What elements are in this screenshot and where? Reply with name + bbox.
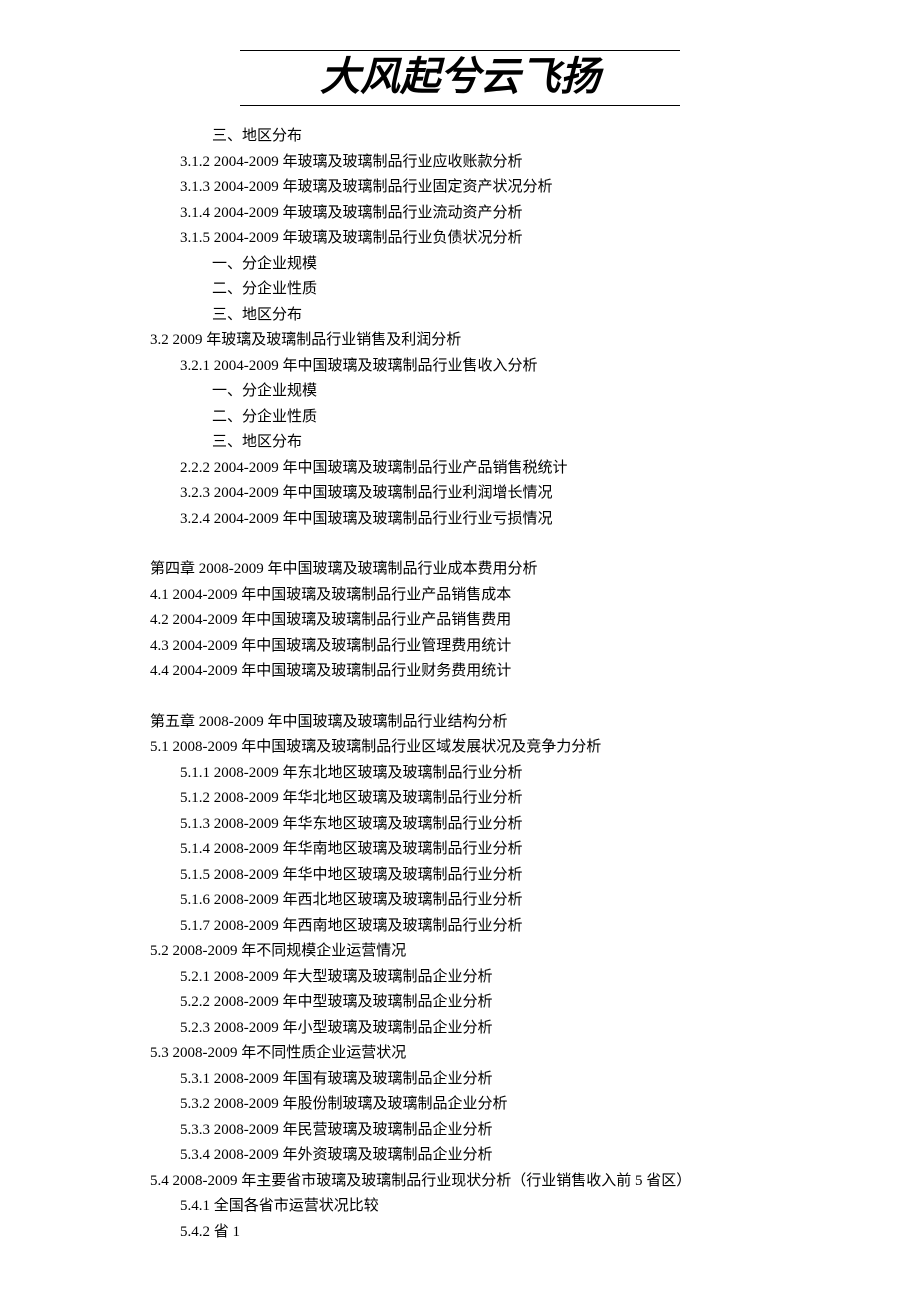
toc-entry: 第五章 2008-2009 年中国玻璃及玻璃制品行业结构分析 xyxy=(150,710,770,736)
toc-entry: 2.2.2 2004-2009 年中国玻璃及玻璃制品行业产品销售税统计 xyxy=(150,456,770,482)
page-header-title: 大风起兮云飞扬 xyxy=(240,50,680,106)
toc-entry: 5.3 2008-2009 年不同性质企业运营状况 xyxy=(150,1041,770,1067)
document-page: 大风起兮云飞扬 三、地区分布3.1.2 2004-2009 年玻璃及玻璃制品行业… xyxy=(0,0,920,1305)
toc-entry: 4.1 2004-2009 年中国玻璃及玻璃制品行业产品销售成本 xyxy=(150,583,770,609)
toc-entry: 5.3.3 2008-2009 年民营玻璃及玻璃制品企业分析 xyxy=(150,1118,770,1144)
toc-entry: 5.1.4 2008-2009 年华南地区玻璃及玻璃制品行业分析 xyxy=(150,837,770,863)
toc-entry: 3.1.5 2004-2009 年玻璃及玻璃制品行业负债状况分析 xyxy=(150,226,770,252)
toc-entry: 第四章 2008-2009 年中国玻璃及玻璃制品行业成本费用分析 xyxy=(150,557,770,583)
toc-entry: 5.3.2 2008-2009 年股份制玻璃及玻璃制品企业分析 xyxy=(150,1092,770,1118)
toc-entry: 3.1.4 2004-2009 年玻璃及玻璃制品行业流动资产分析 xyxy=(150,201,770,227)
toc-entry: 4.2 2004-2009 年中国玻璃及玻璃制品行业产品销售费用 xyxy=(150,608,770,634)
toc-entry: 一、分企业规模 xyxy=(150,379,770,405)
toc-entry: 5.2.2 2008-2009 年中型玻璃及玻璃制品企业分析 xyxy=(150,990,770,1016)
toc-entry: 3.1.3 2004-2009 年玻璃及玻璃制品行业固定资产状况分析 xyxy=(150,175,770,201)
toc-entry: 5.1.7 2008-2009 年西南地区玻璃及玻璃制品行业分析 xyxy=(150,914,770,940)
toc-entry: 3.2 2009 年玻璃及玻璃制品行业销售及利润分析 xyxy=(150,328,770,354)
toc-entry: 二、分企业性质 xyxy=(150,277,770,303)
toc-entry: 4.4 2004-2009 年中国玻璃及玻璃制品行业财务费用统计 xyxy=(150,659,770,685)
toc-entry: 3.2.1 2004-2009 年中国玻璃及玻璃制品行业售收入分析 xyxy=(150,354,770,380)
toc-entry: 4.3 2004-2009 年中国玻璃及玻璃制品行业管理费用统计 xyxy=(150,634,770,660)
toc-entry: 三、地区分布 xyxy=(150,303,770,329)
toc-entry: 5.3.1 2008-2009 年国有玻璃及玻璃制品企业分析 xyxy=(150,1067,770,1093)
document-content: 三、地区分布3.1.2 2004-2009 年玻璃及玻璃制品行业应收账款分析3.… xyxy=(150,124,770,1245)
toc-entry: 3.2.3 2004-2009 年中国玻璃及玻璃制品行业利润增长情况 xyxy=(150,481,770,507)
toc-entry: 5.1.5 2008-2009 年华中地区玻璃及玻璃制品行业分析 xyxy=(150,863,770,889)
toc-entry: 5.1.3 2008-2009 年华东地区玻璃及玻璃制品行业分析 xyxy=(150,812,770,838)
toc-entry: 三、地区分布 xyxy=(150,124,770,150)
blank-line xyxy=(150,532,770,557)
toc-entry: 二、分企业性质 xyxy=(150,405,770,431)
toc-entry: 5.3.4 2008-2009 年外资玻璃及玻璃制品企业分析 xyxy=(150,1143,770,1169)
toc-entry: 5.2.3 2008-2009 年小型玻璃及玻璃制品企业分析 xyxy=(150,1016,770,1042)
toc-entry: 5.1.1 2008-2009 年东北地区玻璃及玻璃制品行业分析 xyxy=(150,761,770,787)
toc-entry: 5.4 2008-2009 年主要省市玻璃及玻璃制品行业现状分析（行业销售收入前… xyxy=(150,1169,770,1195)
toc-entry: 5.1 2008-2009 年中国玻璃及玻璃制品行业区域发展状况及竞争力分析 xyxy=(150,735,770,761)
toc-entry: 5.2 2008-2009 年不同规模企业运营情况 xyxy=(150,939,770,965)
blank-line xyxy=(150,685,770,710)
toc-entry: 3.1.2 2004-2009 年玻璃及玻璃制品行业应收账款分析 xyxy=(150,150,770,176)
toc-entry: 5.4.1 全国各省市运营状况比较 xyxy=(150,1194,770,1220)
toc-entry: 5.2.1 2008-2009 年大型玻璃及玻璃制品企业分析 xyxy=(150,965,770,991)
toc-entry: 3.2.4 2004-2009 年中国玻璃及玻璃制品行业行业亏损情况 xyxy=(150,507,770,533)
toc-entry: 5.1.6 2008-2009 年西北地区玻璃及玻璃制品行业分析 xyxy=(150,888,770,914)
toc-entry: 5.4.2 省 1 xyxy=(150,1220,770,1246)
toc-entry: 一、分企业规模 xyxy=(150,252,770,278)
toc-entry: 5.1.2 2008-2009 年华北地区玻璃及玻璃制品行业分析 xyxy=(150,786,770,812)
toc-entry: 三、地区分布 xyxy=(150,430,770,456)
